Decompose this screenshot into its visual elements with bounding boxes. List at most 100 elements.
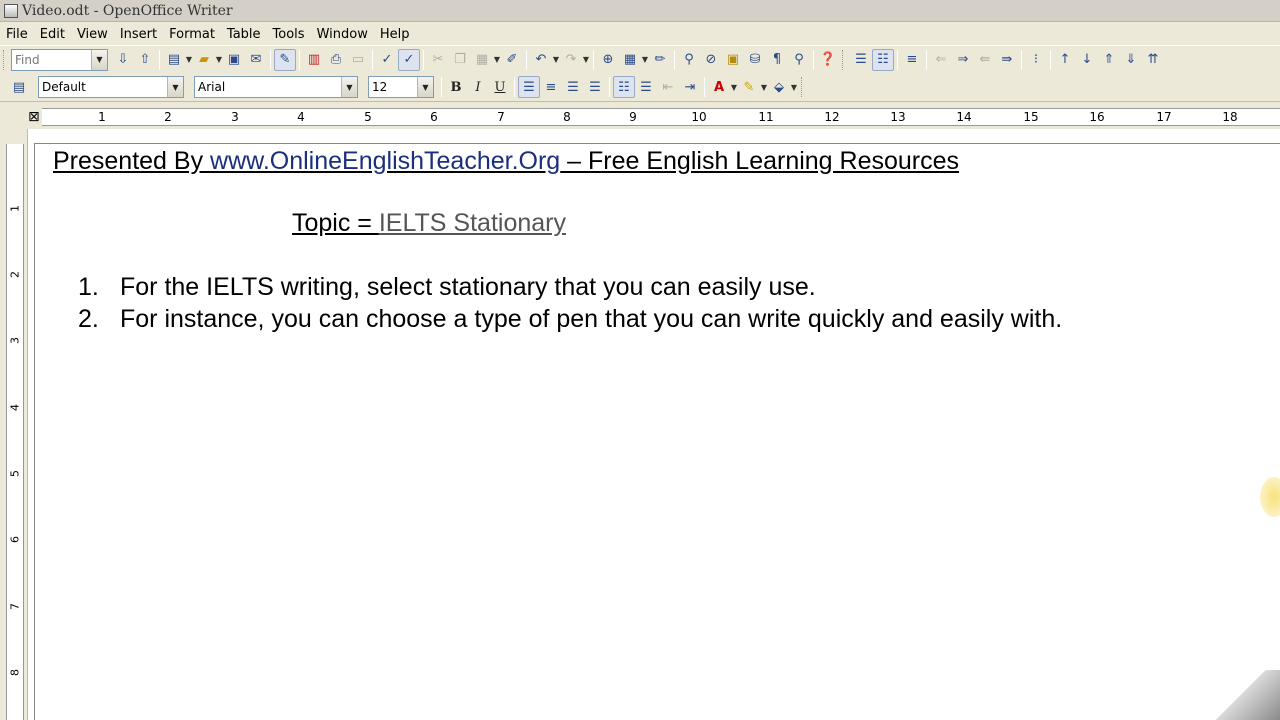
ruler-band[interactable] bbox=[6, 144, 24, 720]
chevron-down-icon[interactable]: ▼ bbox=[493, 49, 501, 71]
bullets-off-icon[interactable]: ☰ bbox=[850, 49, 872, 71]
paragraph-style-combo[interactable]: Default ▼ bbox=[38, 76, 184, 98]
styles-formatting-icon[interactable]: ▤ bbox=[8, 76, 30, 98]
menu-file[interactable]: File bbox=[2, 27, 36, 42]
chevron-down-icon[interactable]: ▼ bbox=[582, 49, 590, 71]
autospellcheck-icon[interactable]: ✓ bbox=[398, 48, 420, 71]
horizontal-ruler[interactable]: ⊠ 1 2 3 4 5 6 7 8 9 10 11 12 13 14 15 16… bbox=[0, 101, 1280, 129]
menu-window[interactable]: Window bbox=[313, 27, 376, 42]
help-icon[interactable]: ❓ bbox=[817, 49, 839, 71]
vertical-ruler[interactable]: 1 2 3 4 5 6 7 8 bbox=[0, 129, 28, 720]
paragraph-style-value[interactable]: Default bbox=[39, 80, 167, 94]
zoom-icon[interactable]: ⚲ bbox=[788, 49, 810, 71]
draw-functions-icon[interactable]: ✏ bbox=[649, 49, 671, 71]
restart-numbering-icon[interactable]: ⇈ bbox=[1142, 49, 1164, 71]
background-color-icon[interactable]: ⬙ bbox=[768, 76, 790, 98]
website-link[interactable]: www.OnlineEnglishTeacher.Org bbox=[210, 147, 560, 175]
demote-level-icon[interactable]: ⇛ bbox=[996, 49, 1018, 71]
chevron-down-icon[interactable]: ▼ bbox=[91, 49, 107, 70]
table-icon[interactable]: ▦ bbox=[619, 49, 641, 71]
bullets-on-icon[interactable]: ☰ bbox=[635, 76, 657, 98]
toolbar-grip[interactable] bbox=[3, 49, 7, 70]
move-up-icon[interactable]: ↑ bbox=[1054, 49, 1076, 71]
bold-button[interactable]: B bbox=[445, 76, 467, 98]
chevron-down-icon[interactable]: ▼ bbox=[417, 77, 433, 97]
chevron-down-icon[interactable]: ▼ bbox=[552, 49, 560, 71]
cut-icon[interactable]: ✂ bbox=[427, 49, 449, 71]
toolbar-grip[interactable] bbox=[801, 77, 805, 97]
find-next-icon[interactable]: ⇩ bbox=[112, 49, 134, 71]
chevron-down-icon[interactable]: ▼ bbox=[341, 77, 357, 97]
undo-icon[interactable]: ↶ bbox=[530, 49, 552, 71]
font-color-icon[interactable]: A bbox=[708, 76, 730, 98]
numbering-icon[interactable]: ☷ bbox=[872, 48, 894, 71]
chevron-down-icon[interactable]: ▼ bbox=[185, 49, 193, 71]
font-name-combo[interactable]: Arial ▼ bbox=[194, 76, 358, 98]
insert-unnumbered-icon[interactable]: ⁝ bbox=[1025, 49, 1047, 71]
chevron-down-icon[interactable]: ▼ bbox=[730, 76, 738, 98]
data-sources-icon[interactable]: ⛁ bbox=[744, 49, 766, 71]
navigator-icon[interactable]: ⊘ bbox=[700, 49, 722, 71]
menu-help[interactable]: Help bbox=[376, 27, 418, 42]
align-center-icon[interactable]: ≡ bbox=[540, 76, 562, 98]
menu-format[interactable]: Format bbox=[165, 27, 223, 42]
tab-type-icon[interactable]: ⊠ bbox=[28, 108, 42, 126]
justify-icon[interactable]: ☰ bbox=[584, 76, 606, 98]
find-input[interactable]: Find bbox=[12, 53, 91, 67]
copy-icon[interactable]: ❐ bbox=[449, 49, 471, 71]
email-icon[interactable]: ✉ bbox=[245, 49, 267, 71]
numbering-on-icon[interactable]: ☷ bbox=[613, 76, 635, 98]
redo-icon[interactable]: ↷ bbox=[560, 49, 582, 71]
menu-edit[interactable]: Edit bbox=[36, 27, 73, 42]
menu-view[interactable]: View bbox=[73, 27, 116, 42]
find-previous-icon[interactable]: ⇧ bbox=[134, 49, 156, 71]
export-pdf-icon[interactable]: ▥ bbox=[303, 49, 325, 71]
highlighting-icon[interactable]: ✎ bbox=[738, 76, 760, 98]
increase-indent-icon[interactable]: ⇥ bbox=[679, 76, 701, 98]
font-name-value[interactable]: Arial bbox=[195, 80, 341, 94]
separator bbox=[526, 49, 527, 70]
hyperlink-icon[interactable]: ⊕ bbox=[597, 49, 619, 71]
spellcheck-icon[interactable]: ✓ bbox=[376, 49, 398, 71]
save-icon[interactable]: ▣ bbox=[223, 49, 245, 71]
open-folder-icon[interactable]: ▰ bbox=[193, 49, 215, 71]
italic-button[interactable]: I bbox=[467, 76, 489, 98]
underline-button[interactable]: U bbox=[489, 76, 511, 98]
chevron-down-icon[interactable]: ▼ bbox=[167, 77, 183, 97]
ruler-number: 1 bbox=[8, 205, 22, 212]
promote-level-icon[interactable]: ⇚ bbox=[974, 49, 996, 71]
move-down-icon[interactable]: ↓ bbox=[1076, 49, 1098, 71]
menu-tools[interactable]: Tools bbox=[269, 27, 313, 42]
font-size-value[interactable]: 12 bbox=[369, 80, 417, 94]
paste-icon[interactable]: ▦ bbox=[471, 49, 493, 71]
promote-icon[interactable]: ⇐ bbox=[930, 49, 952, 71]
print-icon[interactable]: ⎙ bbox=[325, 49, 347, 71]
topic-label: Topic = bbox=[292, 209, 379, 237]
document-canvas[interactable]: Presented By www.OnlineEnglishTeacher.Or… bbox=[28, 129, 1280, 720]
page-preview-icon[interactable]: ▭ bbox=[347, 49, 369, 71]
menu-insert[interactable]: Insert bbox=[116, 27, 165, 42]
chevron-down-icon[interactable]: ▼ bbox=[215, 49, 223, 71]
chevron-down-icon[interactable]: ▼ bbox=[790, 76, 798, 98]
formatting-marks-icon[interactable]: ¶ bbox=[766, 49, 788, 71]
find-replace-icon[interactable]: ⚲ bbox=[678, 49, 700, 71]
menu-table[interactable]: Table bbox=[223, 27, 269, 42]
gallery-icon[interactable]: ▣ bbox=[722, 49, 744, 71]
move-down-subpoints-icon[interactable]: ⇓ bbox=[1120, 49, 1142, 71]
no-list-icon[interactable]: ≡ bbox=[901, 49, 923, 71]
decrease-indent-icon[interactable]: ⇤ bbox=[657, 76, 679, 98]
edit-file-icon[interactable]: ✎ bbox=[274, 48, 296, 71]
toolbar-grip[interactable] bbox=[842, 49, 846, 70]
page[interactable] bbox=[34, 143, 1280, 720]
chevron-down-icon[interactable]: ▼ bbox=[760, 76, 768, 98]
new-document-icon[interactable]: ▤ bbox=[163, 49, 185, 71]
clone-formatting-icon[interactable]: ✐ bbox=[501, 49, 523, 71]
ruler-number: 10 bbox=[691, 110, 707, 124]
demote-icon[interactable]: ⇒ bbox=[952, 49, 974, 71]
find-combo[interactable]: Find ▼ bbox=[11, 48, 108, 71]
align-right-icon[interactable]: ☰ bbox=[562, 76, 584, 98]
font-size-combo[interactable]: 12 ▼ bbox=[368, 76, 434, 98]
move-up-subpoints-icon[interactable]: ⇑ bbox=[1098, 49, 1120, 71]
chevron-down-icon[interactable]: ▼ bbox=[641, 49, 649, 71]
align-left-icon[interactable]: ☰ bbox=[518, 76, 540, 98]
